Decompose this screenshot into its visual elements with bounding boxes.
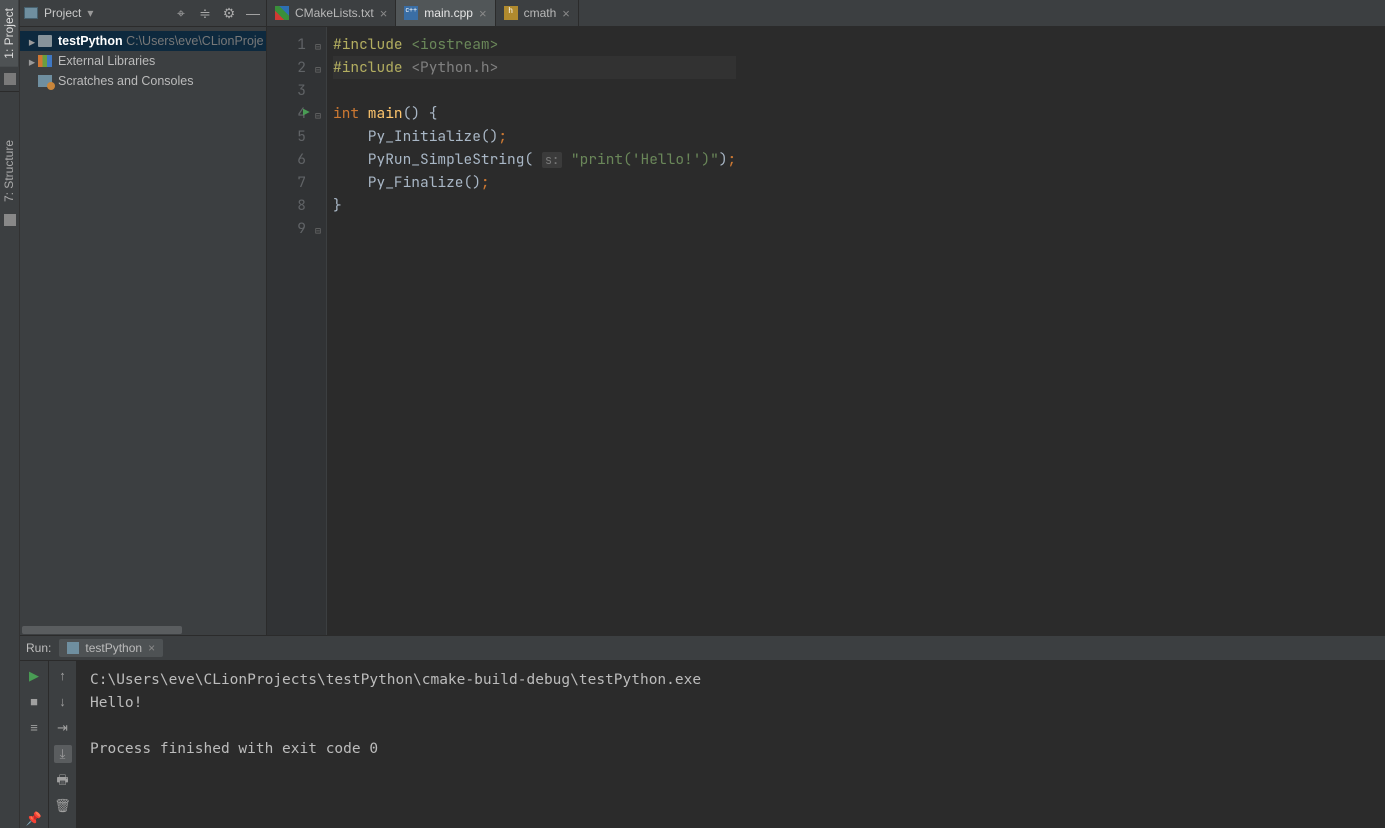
clear-button[interactable]: 🗑 (54, 797, 72, 815)
tab-label: CMakeLists.txt (295, 6, 374, 20)
cmake-file-icon (275, 6, 289, 20)
bookmarks-icon[interactable] (4, 73, 16, 85)
tree-node-project-root[interactable]: ▸ testPython C:\Users\eve\CLionProje (20, 31, 266, 51)
scratches-icon (38, 75, 52, 87)
project-view-icon (24, 7, 38, 19)
fold-icon[interactable]: ⊟ (315, 104, 321, 127)
project-panel-title[interactable]: Project (44, 6, 81, 20)
cpp-file-icon (404, 6, 418, 20)
console-line: C:\Users\eve\CLionProjects\testPython\cm… (90, 672, 701, 688)
run-config-name: testPython (85, 641, 142, 655)
line-number[interactable]: 6 (267, 148, 306, 171)
hide-panel-icon[interactable]: — (244, 4, 262, 22)
tree-node-scratches[interactable]: Scratches and Consoles (20, 71, 266, 91)
parameter-hint: s: (542, 152, 562, 168)
soft-wrap-button[interactable]: ⇥ (54, 719, 72, 737)
restart-button[interactable]: ≡ (25, 719, 43, 737)
close-icon[interactable]: × (380, 6, 388, 21)
line-number[interactable]: 1 (267, 33, 306, 56)
gear-icon[interactable]: ⚙ (220, 4, 238, 22)
run-config-chip[interactable]: testPython × (59, 639, 163, 657)
line-number[interactable]: 7 (267, 171, 306, 194)
left-tool-stripe: 1: Project 7: Structure (0, 0, 20, 828)
up-button[interactable]: ↑ (54, 667, 72, 685)
project-tool-tab[interactable]: 1: Project (0, 0, 18, 67)
scroll-to-end-button[interactable]: ⤓ (54, 745, 72, 763)
stop-button[interactable]: ■ (25, 693, 43, 711)
tab-label: cmath (524, 6, 557, 20)
rerun-button[interactable]: ▶ (25, 667, 43, 685)
project-name: testPython (58, 34, 123, 48)
line-number[interactable]: 9 (267, 217, 306, 240)
line-number[interactable]: 4 (267, 102, 306, 125)
editor-gutter[interactable]: 1 2 3 4 5 6 7 8 9 ▶ ⊟ ⊟ ⊟ ⊟ (267, 27, 327, 635)
close-icon[interactable]: × (479, 6, 487, 21)
project-tree: ▸ testPython C:\Users\eve\CLionProje ▸ E… (20, 27, 266, 95)
run-left-toolbar-2: ↑ ↓ ⇥ ⤓ 🖶 🗑 (48, 661, 76, 828)
run-tool-window: ▶ ■ ≡ 📌 ↑ ↓ ⇥ ⤓ 🖶 🗑 C:\Users\eve\CLionPr… (20, 661, 1385, 828)
expand-chevron-icon[interactable]: ▸ (26, 34, 38, 49)
line-number[interactable]: 2 (267, 56, 306, 79)
editor-tab-bar: CMakeLists.txt × main.cpp × cmath × (267, 0, 1385, 27)
line-number[interactable]: 3 (267, 79, 306, 102)
project-mode-chevron-icon[interactable]: ▾ (87, 6, 93, 20)
run-left-toolbar: ▶ ■ ≡ 📌 (20, 661, 48, 828)
tree-label: External Libraries (58, 54, 155, 68)
app-icon (67, 642, 79, 654)
project-h-scrollbar[interactable] (20, 625, 266, 635)
structure-tool-tab[interactable]: 7: Structure (0, 132, 18, 210)
fold-icon[interactable]: ⊟ (315, 35, 321, 58)
run-gutter-icon[interactable]: ▶ (303, 102, 310, 125)
line-number[interactable]: 5 (267, 125, 306, 148)
close-icon[interactable]: × (562, 6, 570, 21)
down-button[interactable]: ↓ (54, 693, 72, 711)
fold-end-icon[interactable]: ⊟ (315, 219, 321, 242)
tree-label: Scratches and Consoles (58, 74, 194, 88)
run-label: Run: (26, 641, 51, 655)
code-area[interactable]: #include <iostream> #include <Python.h> … (327, 27, 736, 635)
run-tool-header: Run: testPython × (20, 635, 1385, 661)
folder-icon (38, 35, 52, 47)
tree-node-external-libs[interactable]: ▸ External Libraries (20, 51, 266, 71)
code-editor[interactable]: 1 2 3 4 5 6 7 8 9 ▶ ⊟ ⊟ ⊟ ⊟ #include <io… (267, 27, 1385, 635)
print-button[interactable]: 🖶 (54, 771, 72, 789)
console-line: Hello! (90, 695, 142, 711)
project-tool-window: Project ▾ ⌖ ≑ ⚙ — ▸ testPython C:\Users\… (20, 0, 267, 635)
expand-chevron-icon[interactable]: ▸ (26, 54, 38, 69)
header-file-icon (504, 6, 518, 20)
console-line: Process finished with exit code 0 (90, 741, 378, 757)
structure-icon[interactable] (4, 214, 16, 226)
libraries-icon (38, 55, 52, 67)
pin-button[interactable]: 📌 (25, 810, 43, 828)
project-path: C:\Users\eve\CLionProje (126, 34, 264, 48)
project-panel-header: Project ▾ ⌖ ≑ ⚙ — (20, 0, 266, 27)
tab-label: main.cpp (424, 6, 473, 20)
run-console[interactable]: C:\Users\eve\CLionProjects\testPython\cm… (76, 661, 1385, 828)
line-number[interactable]: 8 (267, 194, 306, 217)
tab-main-cpp[interactable]: main.cpp × (396, 0, 495, 26)
locate-icon[interactable]: ⌖ (172, 4, 190, 22)
tab-cmath[interactable]: cmath × (496, 0, 579, 26)
tab-cmakelists[interactable]: CMakeLists.txt × (267, 0, 396, 26)
expand-all-icon[interactable]: ≑ (196, 4, 214, 22)
close-icon[interactable]: × (148, 641, 155, 655)
fold-icon[interactable]: ⊟ (315, 58, 321, 81)
